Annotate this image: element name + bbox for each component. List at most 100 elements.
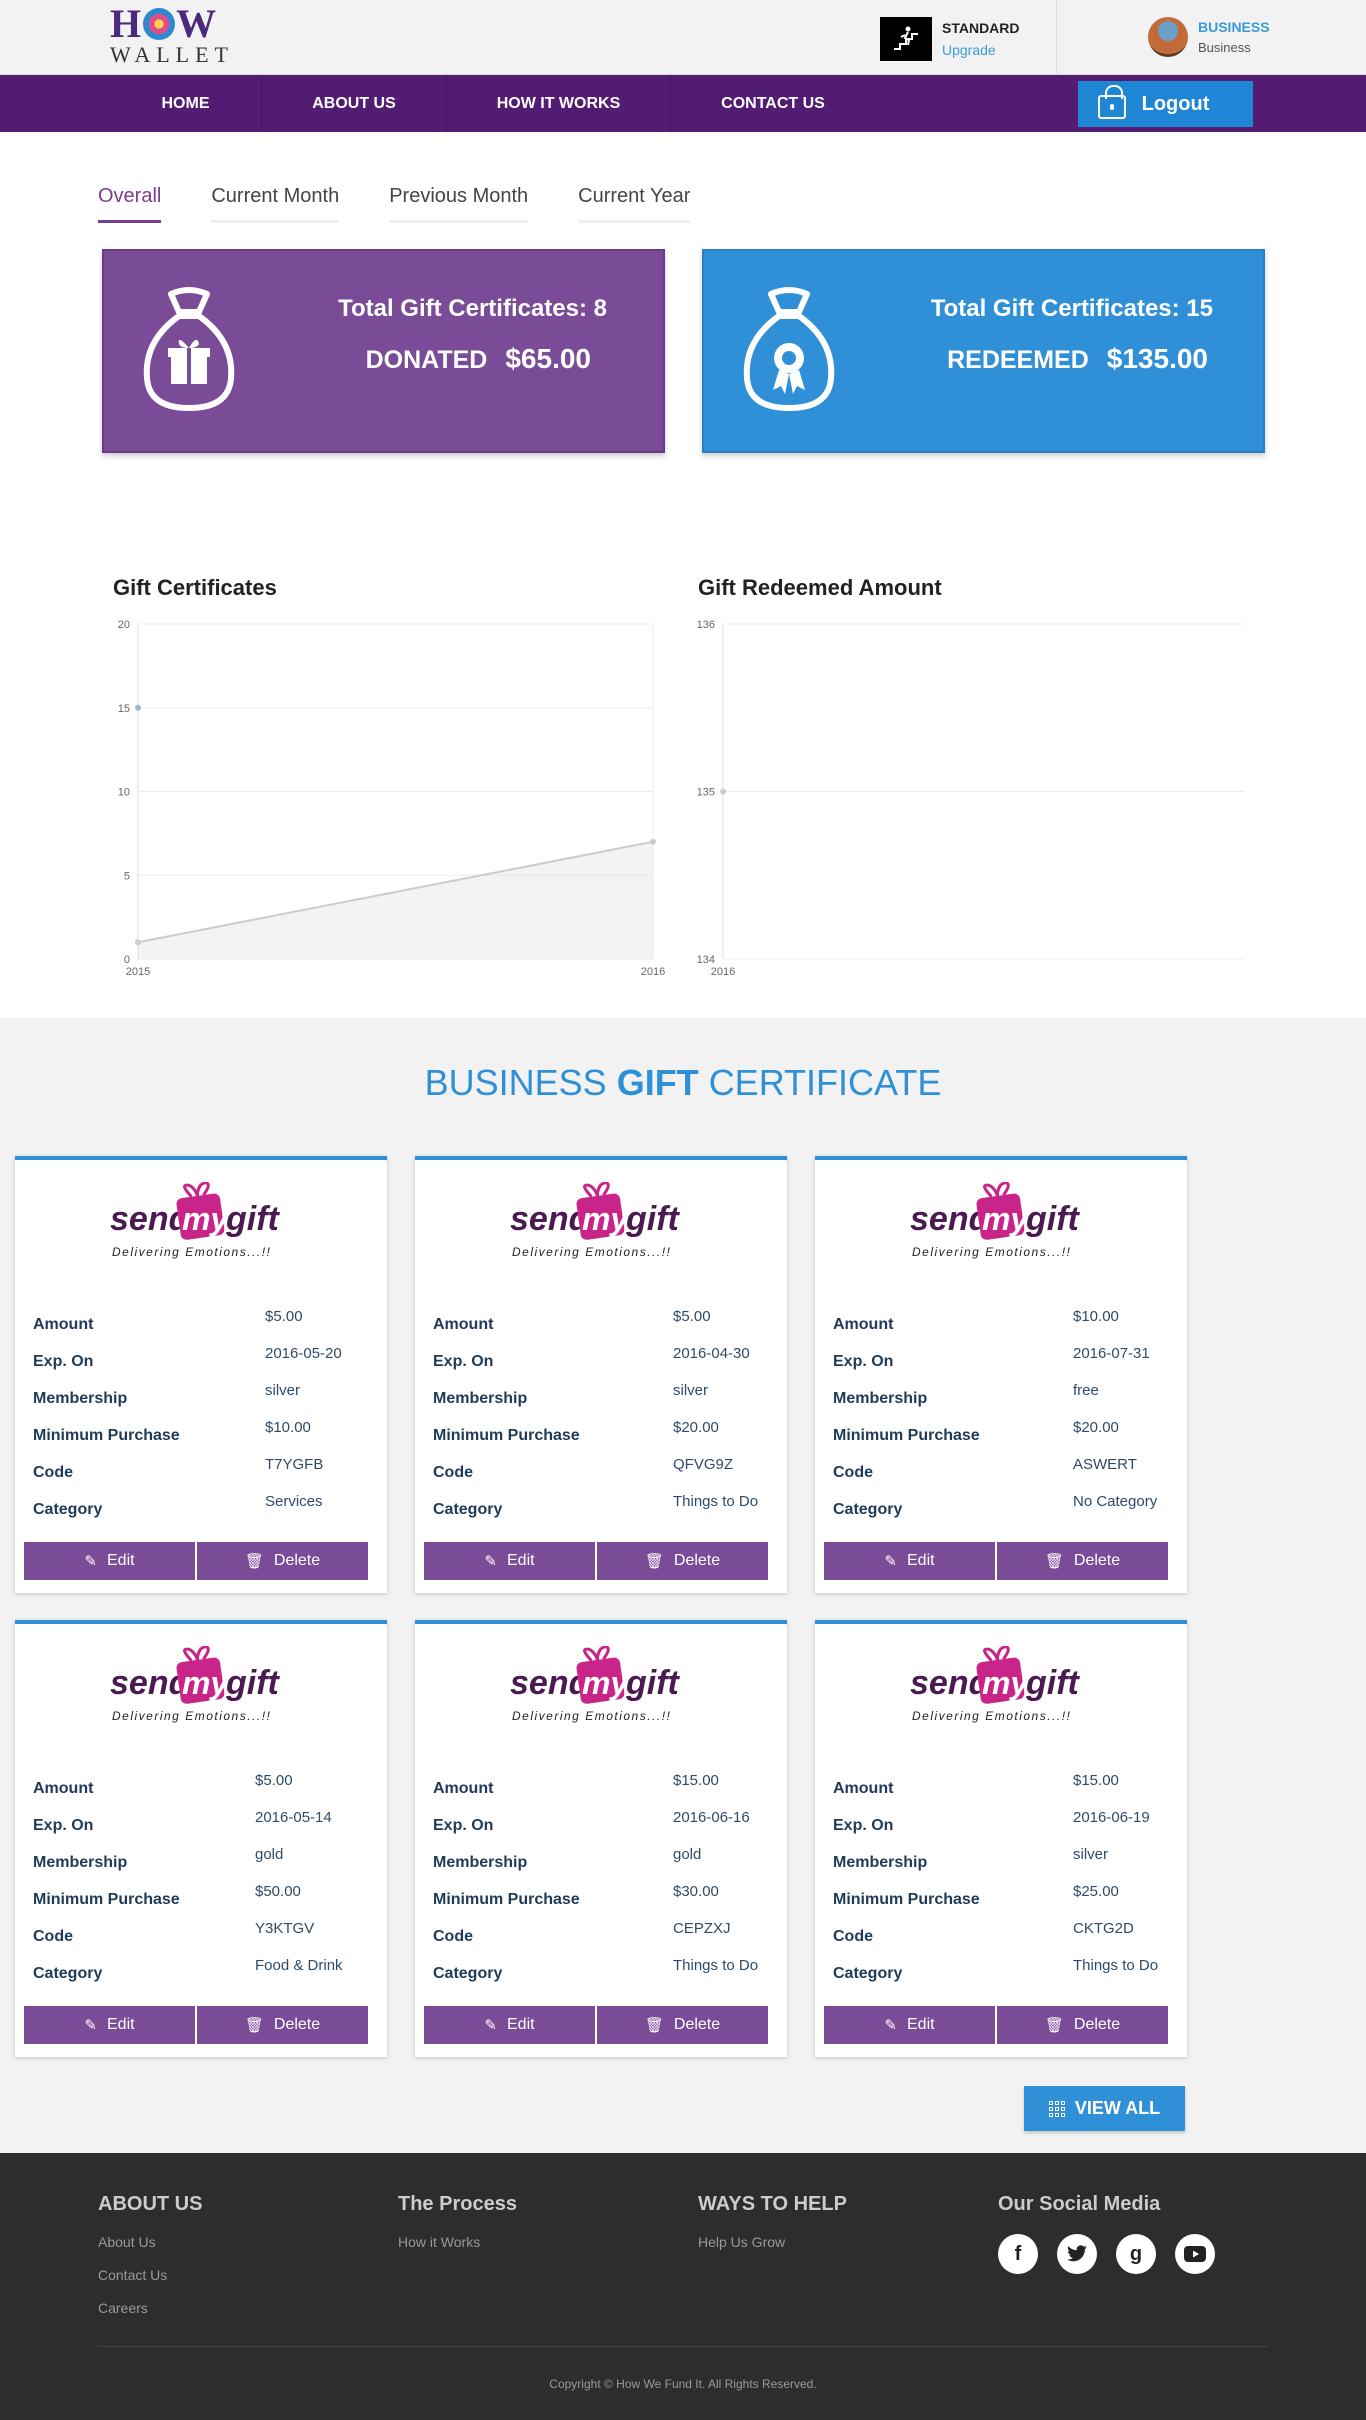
how-wallet-logo[interactable]: HW WALLET: [110, 4, 240, 70]
field-row: Amount $15.00: [833, 1772, 1173, 1809]
delete-button[interactable]: 🗑 Delete: [197, 2006, 368, 2044]
period-tabs: Overall Current Month Previous Month Cur…: [98, 185, 740, 223]
field-row: Category Services: [33, 1493, 373, 1530]
logo-word-my: my: [582, 1201, 630, 1237]
google-plus-icon[interactable]: g: [1116, 2234, 1156, 2274]
field-row: Exp. On 2016-04-30: [433, 1345, 773, 1382]
field-label: Code: [33, 1464, 73, 1481]
field-label: Category: [833, 1965, 903, 1982]
field-value: silver: [1073, 1846, 1109, 1863]
delete-button[interactable]: 🗑 Delete: [597, 1542, 768, 1580]
delete-button[interactable]: 🗑 Delete: [597, 2006, 768, 2044]
logo-tagline: Delivering Emotions...!!: [512, 1245, 671, 1259]
delete-label: Delete: [673, 1552, 721, 1569]
field-label: Exp. On: [433, 1817, 494, 1834]
field-value: ASWERT: [1073, 1456, 1137, 1473]
nav-item-about-us[interactable]: ABOUT US: [262, 75, 447, 132]
field-value: CEPZXJ: [673, 1920, 731, 1937]
field-row: Amount $5.00: [33, 1308, 373, 1345]
redeemed-summary-card: Total Gift Certificates: 15 REDEEMED $13…: [702, 249, 1265, 453]
edit-button[interactable]: ✎ Edit: [24, 2006, 195, 2044]
edit-icon: ✎: [84, 2017, 97, 2034]
nav-item-contact-us[interactable]: CONTACT US: [671, 75, 875, 132]
edit-label: Edit: [907, 1552, 935, 1569]
field-row: Category Food & Drink: [33, 1957, 373, 1994]
field-value: QFVG9Z: [673, 1456, 734, 1473]
tab-current-month[interactable]: Current Month: [211, 185, 340, 223]
tab-overall[interactable]: Overall: [98, 185, 162, 223]
youtube-icon[interactable]: [1175, 2234, 1215, 2274]
field-label: Membership: [33, 1390, 128, 1407]
footer-link-help-us-grow[interactable]: Help Us Grow: [698, 2234, 847, 2250]
footer-link-careers[interactable]: Careers: [98, 2300, 202, 2316]
field-label: Category: [33, 1965, 103, 1982]
field-label: Exp. On: [833, 1817, 894, 1834]
delete-button[interactable]: 🗑 Delete: [997, 1542, 1168, 1580]
tab-previous-month[interactable]: Previous Month: [389, 185, 529, 223]
delete-button[interactable]: 🗑 Delete: [997, 2006, 1168, 2044]
logo-word-gift: gift: [1025, 1664, 1081, 1702]
upgrade-link[interactable]: Upgrade: [942, 42, 1020, 58]
account-info[interactable]: BUSINESS Business: [1148, 17, 1270, 57]
field-label: Amount: [33, 1780, 94, 1797]
edit-button[interactable]: ✎ Edit: [824, 1542, 995, 1580]
y-tick-label: 20: [118, 619, 130, 631]
donated-amount: $65.00: [505, 343, 591, 374]
header-divider: [1056, 0, 1057, 75]
logo-text-how: HW: [110, 1, 218, 46]
edit-button[interactable]: ✎ Edit: [424, 2006, 595, 2044]
edit-icon: ✎: [884, 1553, 897, 1570]
field-value: $5.00: [265, 1308, 303, 1325]
field-label: Code: [33, 1928, 73, 1945]
main-nav: HOME ABOUT US HOW IT WORKS CONTACT US Lo…: [0, 75, 1366, 132]
field-value: Y3KTGV: [255, 1920, 315, 1937]
footer-divider: [98, 2346, 1268, 2347]
logo-word-gift: gift: [625, 1200, 681, 1238]
gift-certificate-card: send my gift Delivering Emotions...!! Am…: [415, 1620, 787, 2057]
chart-title-gift-certificates: Gift Certificates: [113, 575, 277, 600]
field-row: Minimum Purchase $50.00: [33, 1883, 373, 1920]
field-value: gold: [255, 1846, 284, 1863]
field-row: Code QFVG9Z: [433, 1456, 773, 1493]
facebook-icon[interactable]: f: [998, 2234, 1038, 2274]
footer-link-how-it-works[interactable]: How it Works: [398, 2234, 517, 2250]
stairs-climber-icon: [880, 17, 932, 61]
nav-item-how-it-works[interactable]: HOW IT WORKS: [447, 75, 671, 132]
logout-button[interactable]: Logout: [1078, 81, 1253, 127]
footer-link-contact-us[interactable]: Contact Us: [98, 2267, 202, 2283]
field-label: Category: [433, 1501, 503, 1518]
logo-word-gift: gift: [625, 1664, 681, 1702]
nav-item-home[interactable]: HOME: [110, 75, 262, 132]
logo-word-my: my: [982, 1201, 1030, 1237]
field-label: Minimum Purchase: [33, 1891, 180, 1908]
field-value: Food & Drink: [255, 1957, 343, 1974]
data-point: [650, 838, 656, 845]
data-point: [135, 939, 141, 946]
edit-button[interactable]: ✎ Edit: [824, 2006, 995, 2044]
trash-icon: 🗑: [1044, 1553, 1064, 1570]
field-label: Minimum Purchase: [833, 1891, 980, 1908]
field-label: Membership: [433, 1854, 528, 1871]
view-all-button[interactable]: VIEW ALL: [1024, 2086, 1185, 2131]
footer-link-about-us[interactable]: About Us: [98, 2234, 202, 2250]
field-value: $50.00: [255, 1883, 301, 1900]
edit-icon: ✎: [484, 2017, 497, 2034]
gift-section-heading: BUSINESS GIFT CERTIFICATE: [0, 1062, 1366, 1104]
field-row: Membership silver: [33, 1382, 373, 1419]
logo-word-gift: gift: [1025, 1200, 1081, 1238]
edit-button[interactable]: ✎ Edit: [424, 1542, 595, 1580]
field-value: Services: [265, 1493, 323, 1510]
edit-button[interactable]: ✎ Edit: [24, 1542, 195, 1580]
delete-button[interactable]: 🗑 Delete: [197, 1542, 368, 1580]
trash-icon: 🗑: [644, 2017, 664, 2034]
footer-social-title: Our Social Media: [998, 2193, 1161, 2215]
field-row: Code CEPZXJ: [433, 1920, 773, 1957]
twitter-icon[interactable]: [1057, 2234, 1097, 2274]
field-value: $20.00: [1073, 1419, 1119, 1436]
field-value: T7YGFB: [265, 1456, 324, 1473]
field-value: $20.00: [673, 1419, 719, 1436]
heading-word-business: BUSINESS: [424, 1062, 607, 1103]
tab-current-year[interactable]: Current Year: [578, 185, 691, 223]
gift-certificate-card: send my gift Delivering Emotions...!! Am…: [15, 1620, 387, 2057]
field-row: Code ASWERT: [833, 1456, 1173, 1493]
